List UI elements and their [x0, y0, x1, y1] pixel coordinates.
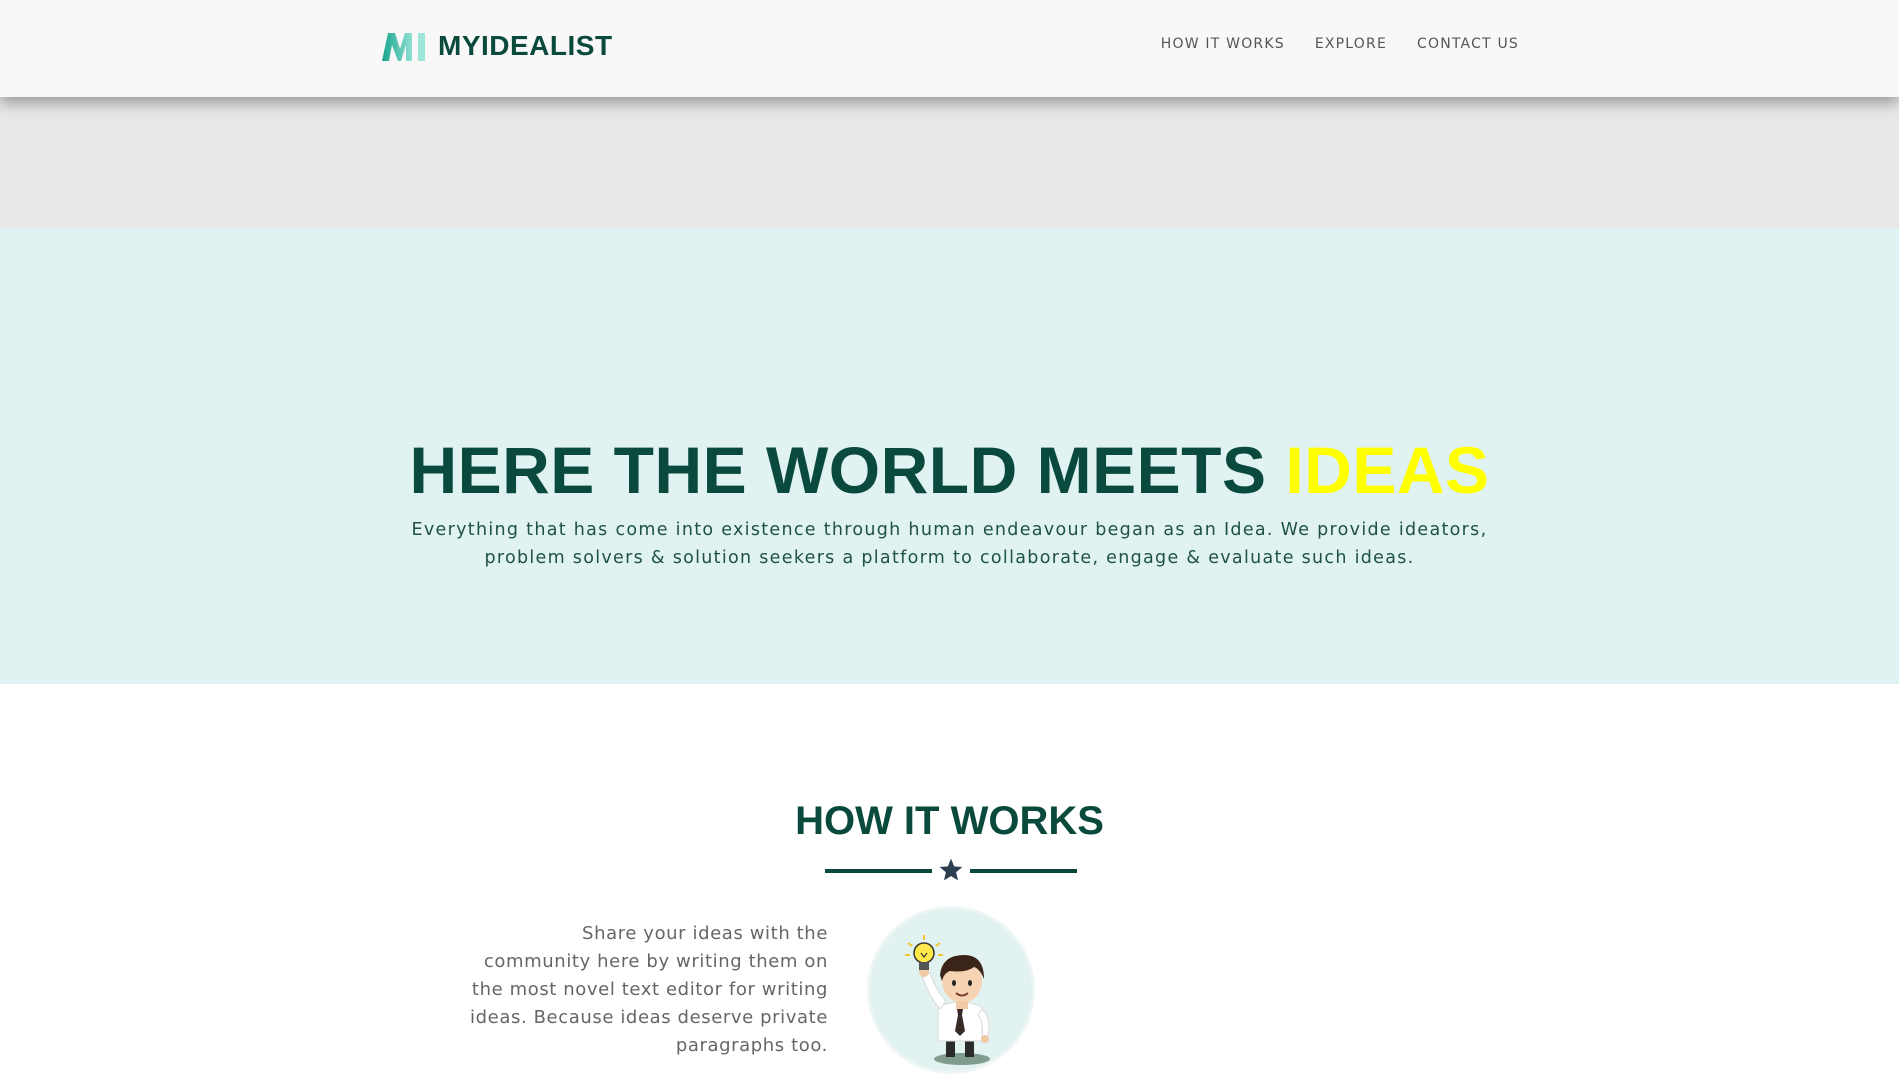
nav-menu: HOW IT WORKS EXPLORE CONTACT US [1131, 36, 1519, 52]
divider-line-left [825, 869, 932, 873]
hero-title-main: HERE THE WORLD MEETS [409, 433, 1286, 507]
step-illustration [867, 906, 1035, 1074]
man-with-lightbulb-icon [905, 935, 990, 1065]
nav-link-explore[interactable]: EXPLORE [1315, 36, 1387, 52]
logo-text: MYIDEALIST [438, 30, 613, 61]
section-divider [825, 857, 1077, 885]
navbar: MYIDEALIST HOW IT WORKS EXPLORE CONTACT … [0, 0, 1899, 97]
star-icon [939, 858, 963, 881]
mi-logo-icon [382, 33, 425, 61]
step-description: Share your ideas with the community here… [470, 923, 828, 1056]
how-it-works-title: HOW IT WORKS [795, 799, 1104, 843]
nav-link-how-it-works[interactable]: HOW IT WORKS [1161, 36, 1285, 52]
logo-link[interactable]: MYIDEALIST [382, 28, 613, 64]
divider-line-right [970, 869, 1077, 873]
hero-subtitle: Everything that has come into existence … [411, 520, 1488, 568]
hero-title: HERE THE WORLD MEETS IDEAS [0, 430, 1899, 510]
hero-title-accent: IDEAS [1285, 433, 1490, 507]
nav-link-contact-us[interactable]: CONTACT US [1417, 36, 1519, 52]
header-spacer-band [0, 97, 1899, 228]
